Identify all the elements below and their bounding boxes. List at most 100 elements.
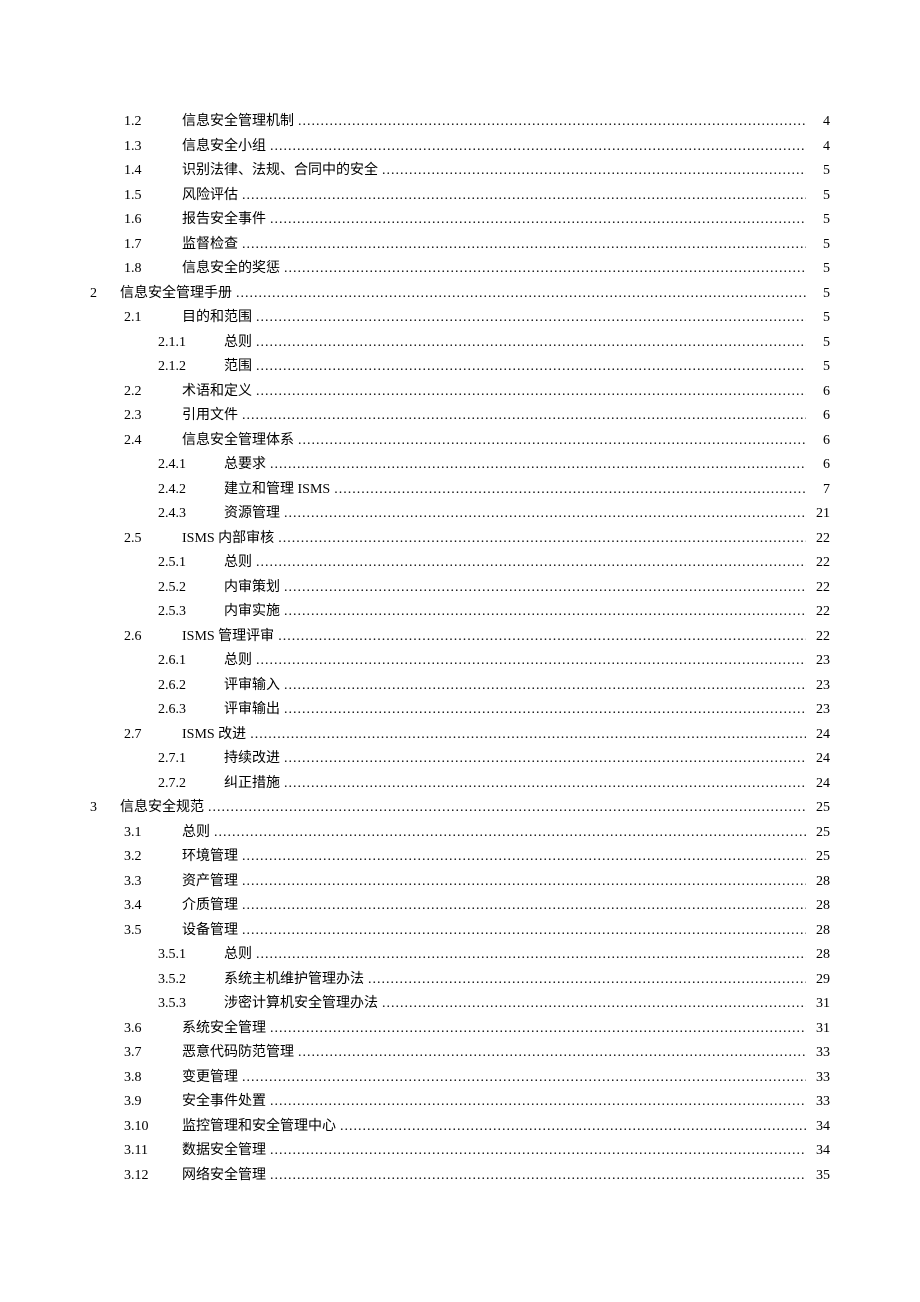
toc-entry-title: 监督检查 <box>182 233 238 258</box>
toc-leader-dots <box>256 306 806 331</box>
toc-entry[interactable]: 3.8变更管理33 <box>90 1066 830 1091</box>
toc-entry[interactable]: 1.7监督检查5 <box>90 233 830 258</box>
toc-entry[interactable]: 1.8信息安全的奖惩5 <box>90 257 830 282</box>
toc-entry[interactable]: 2.5.2内审策划22 <box>90 576 830 601</box>
toc-entry[interactable]: 2.2术语和定义6 <box>90 380 830 405</box>
toc-entry[interactable]: 2.4.3资源管理21 <box>90 502 830 527</box>
toc-entry-title: 引用文件 <box>182 404 238 429</box>
toc-entry[interactable]: 2.1目的和范围5 <box>90 306 830 331</box>
toc-entry[interactable]: 3.11数据安全管理34 <box>90 1139 830 1164</box>
toc-entry[interactable]: 2.4.2建立和管理 ISMS 7 <box>90 478 830 503</box>
toc-entry[interactable]: 1.2信息安全管理机制4 <box>90 110 830 135</box>
toc-entry-title: 介质管理 <box>182 894 238 919</box>
toc-leader-dots <box>284 698 806 723</box>
toc-entry-number: 3.9 <box>124 1090 182 1115</box>
toc-entry[interactable]: 3.12网络安全管理35 <box>90 1164 830 1189</box>
toc-entry[interactable]: 2.6.2评审输入23 <box>90 674 830 699</box>
toc-entry-number: 2.6.3 <box>158 698 224 723</box>
toc-entry[interactable]: 3.5.2系统主机维护管理办法29 <box>90 968 830 993</box>
toc-entry-title: 总则 <box>224 551 252 576</box>
toc-entry-title: 涉密计算机安全管理办法 <box>224 992 378 1017</box>
toc-leader-dots <box>368 968 806 993</box>
toc-entry[interactable]: 2.7.2纠正措施24 <box>90 772 830 797</box>
toc-entry[interactable]: 3.1总则25 <box>90 821 830 846</box>
toc-entry-page: 24 <box>810 747 830 772</box>
toc-entry-number: 3.1 <box>124 821 182 846</box>
toc-entry-number: 2.1.1 <box>158 331 224 356</box>
toc-entry-title: 数据安全管理 <box>182 1139 266 1164</box>
toc-leader-dots <box>334 478 806 503</box>
toc-entry[interactable]: 3.4介质管理28 <box>90 894 830 919</box>
toc-entry-title: 总则 <box>224 649 252 674</box>
toc-leader-dots <box>382 992 806 1017</box>
toc-entry-page: 6 <box>810 380 830 405</box>
toc-entry-title: 系统安全管理 <box>182 1017 266 1042</box>
toc-entry[interactable]: 3.6系统安全管理31 <box>90 1017 830 1042</box>
toc-entry-number: 2.5.1 <box>158 551 224 576</box>
toc-entry[interactable]: 3.5设备管理28 <box>90 919 830 944</box>
toc-entry-title: ISMS 内部审核 <box>182 527 274 552</box>
toc-entry[interactable]: 2.1.1总则5 <box>90 331 830 356</box>
toc-entry-page: 5 <box>810 257 830 282</box>
toc-entry-page: 22 <box>810 527 830 552</box>
toc-entry-title: 建立和管理 ISMS <box>224 478 330 503</box>
toc-leader-dots <box>256 943 806 968</box>
toc-entry-number: 2.5.2 <box>158 576 224 601</box>
toc-entry[interactable]: 2.6ISMS 管理评审22 <box>90 625 830 650</box>
toc-entry[interactable]: 2.5.1总则22 <box>90 551 830 576</box>
toc-entry[interactable]: 3.3资产管理28 <box>90 870 830 895</box>
toc-entry[interactable]: 3.2环境管理25 <box>90 845 830 870</box>
toc-entry-title: ISMS 管理评审 <box>182 625 274 650</box>
toc-entry-number: 3.10 <box>124 1115 182 1140</box>
toc-entry-number: 2.5 <box>124 527 182 552</box>
toc-entry[interactable]: 2.6.3评审输出23 <box>90 698 830 723</box>
toc-leader-dots <box>284 772 806 797</box>
toc-leader-dots <box>284 674 806 699</box>
toc-entry-number: 1.7 <box>124 233 182 258</box>
toc-entry[interactable]: 3信息安全规范25 <box>90 796 830 821</box>
toc-entry-page: 33 <box>810 1090 830 1115</box>
toc-entry-number: 1.5 <box>124 184 182 209</box>
toc-leader-dots <box>270 208 806 233</box>
toc-entry-number: 2.7.1 <box>158 747 224 772</box>
toc-leader-dots <box>340 1115 806 1140</box>
toc-entry-page: 33 <box>810 1066 830 1091</box>
toc-entry[interactable]: 3.5.3涉密计算机安全管理办法31 <box>90 992 830 1017</box>
toc-leader-dots <box>284 747 806 772</box>
toc-entry-number: 3.4 <box>124 894 182 919</box>
toc-entry[interactable]: 2信息安全管理手册5 <box>90 282 830 307</box>
toc-entry-page: 21 <box>810 502 830 527</box>
toc-leader-dots <box>382 159 806 184</box>
toc-entry[interactable]: 2.4.1总要求6 <box>90 453 830 478</box>
toc-entry[interactable]: 2.6.1总则23 <box>90 649 830 674</box>
toc-entry-title: 风险评估 <box>182 184 238 209</box>
toc-entry[interactable]: 2.7ISMS 改进24 <box>90 723 830 748</box>
toc-entry-title: 内审策划 <box>224 576 280 601</box>
toc-entry-page: 29 <box>810 968 830 993</box>
toc-entry-page: 31 <box>810 992 830 1017</box>
toc-leader-dots <box>270 1017 806 1042</box>
toc-entry[interactable]: 2.4信息安全管理体系6 <box>90 429 830 454</box>
toc-entry[interactable]: 3.5.1总则28 <box>90 943 830 968</box>
toc-entry[interactable]: 2.5.3内审实施22 <box>90 600 830 625</box>
toc-entry[interactable]: 1.6报告安全事件5 <box>90 208 830 233</box>
toc-entry-number: 2.4 <box>124 429 182 454</box>
toc-entry-page: 25 <box>810 796 830 821</box>
toc-entry[interactable]: 2.5ISMS 内部审核 22 <box>90 527 830 552</box>
toc-leader-dots <box>284 600 806 625</box>
toc-entry[interactable]: 3.9安全事件处置33 <box>90 1090 830 1115</box>
toc-entry[interactable]: 1.4识别法律、法规、合同中的安全5 <box>90 159 830 184</box>
toc-entry[interactable]: 3.7恶意代码防范管理33 <box>90 1041 830 1066</box>
toc-entry-number: 2.6 <box>124 625 182 650</box>
toc-entry[interactable]: 3.10监控管理和安全管理中心34 <box>90 1115 830 1140</box>
toc-entry[interactable]: 1.3信息安全小组4 <box>90 135 830 160</box>
toc-entry-title: 网络安全管理 <box>182 1164 266 1189</box>
toc-entry[interactable]: 1.5风险评估5 <box>90 184 830 209</box>
toc-entry[interactable]: 2.7.1持续改进24 <box>90 747 830 772</box>
toc-entry[interactable]: 2.1.2范围5 <box>90 355 830 380</box>
toc-entry-page: 7 <box>810 478 830 503</box>
toc-entry-number: 2.4.2 <box>158 478 224 503</box>
toc-entry-number: 2.4.3 <box>158 502 224 527</box>
toc-entry[interactable]: 2.3引用文件6 <box>90 404 830 429</box>
toc-entry-title: 信息安全管理机制 <box>182 110 294 135</box>
